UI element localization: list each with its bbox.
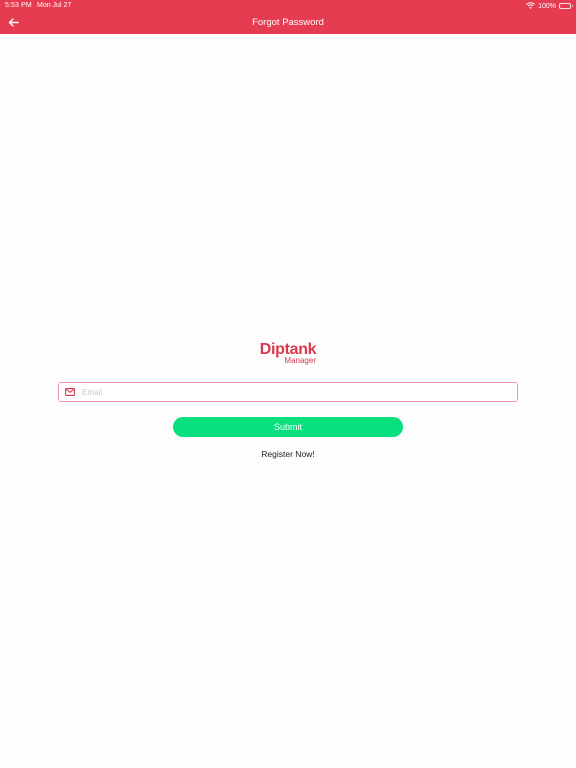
status-indicators: 100% <box>526 1 573 11</box>
submit-button[interactable]: Submit <box>173 417 403 437</box>
app-logo: Diptank Manager <box>250 341 326 365</box>
page-title: Forgot Password <box>252 17 324 28</box>
battery-icon <box>559 3 573 9</box>
email-field[interactable] <box>58 382 518 402</box>
email-input[interactable] <box>82 387 502 397</box>
status-date: Mon Jul 27 <box>37 2 72 9</box>
battery-percent: 100% <box>538 2 556 10</box>
wifi-icon <box>526 1 535 11</box>
status-time: 5:53 PM <box>5 2 32 9</box>
envelope-icon <box>65 388 75 396</box>
logo-sub-text: Manager <box>284 356 316 365</box>
register-now-link[interactable]: Register Now! <box>0 449 576 459</box>
top-bar: 5:53 PM Mon Jul 27 100% Forgot Password <box>0 0 576 34</box>
